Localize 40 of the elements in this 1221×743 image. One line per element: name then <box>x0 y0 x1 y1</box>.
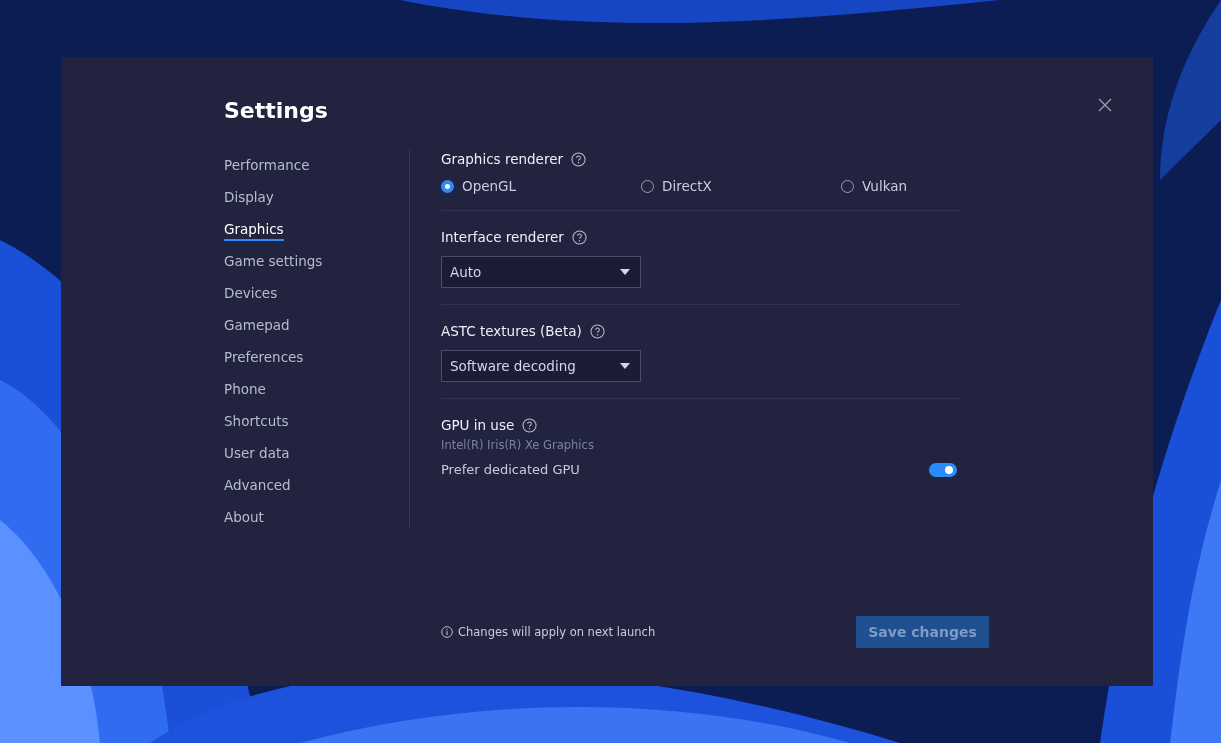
radio-option[interactable]: Vulkan <box>841 178 960 194</box>
note-text: Changes will apply on next launch <box>458 625 656 639</box>
caret-icon <box>620 363 630 369</box>
radio-option[interactable]: OpenGL <box>441 178 641 194</box>
section-label: Graphics renderer <box>441 150 563 169</box>
section-label: ASTC textures (Beta) <box>441 322 582 341</box>
dropdown[interactable]: Auto <box>441 256 641 288</box>
sidebar-item[interactable]: Shortcuts <box>224 411 289 433</box>
dropdown-value: Auto <box>450 264 482 280</box>
close-icon[interactable] <box>1097 97 1113 113</box>
sidebar-item[interactable]: Devices <box>224 283 278 305</box>
sidebar-item[interactable]: Performance <box>224 155 310 177</box>
dropdown-value: Software decoding <box>450 358 576 374</box>
toggle-label: Prefer dedicated GPU <box>441 462 580 477</box>
sidebar-item[interactable]: Display <box>224 187 274 209</box>
help-icon[interactable] <box>589 323 605 339</box>
sidebar-item[interactable]: User data <box>224 443 290 465</box>
toggle-switch[interactable] <box>929 462 957 477</box>
section-label: GPU in use <box>441 416 515 435</box>
radio-dot[interactable] <box>441 179 454 193</box>
dropdown[interactable]: Software decoding <box>441 350 641 382</box>
radio-label: DirectX <box>662 178 712 194</box>
sidebar-item[interactable]: Graphics <box>224 219 284 241</box>
radio-label: OpenGL <box>462 178 517 194</box>
help-icon[interactable] <box>522 417 538 433</box>
sidebar-item[interactable]: Gamepad <box>224 315 290 337</box>
sidebar-item[interactable]: Phone <box>224 379 266 401</box>
sidebar-item[interactable]: Advanced <box>224 475 291 497</box>
sidebar-item[interactable]: Game settings <box>224 251 323 273</box>
sidebar-item[interactable]: Preferences <box>224 347 304 369</box>
radio-label: Vulkan <box>862 178 908 194</box>
caret-icon <box>620 269 630 275</box>
gpu-name: Intel(R) Iris(R) Xe Graphics <box>441 438 595 452</box>
help-icon[interactable] <box>571 229 587 245</box>
info-icon <box>441 626 453 638</box>
window-title: Settings <box>224 97 328 125</box>
sidebar-item[interactable]: About <box>224 507 264 529</box>
help-icon[interactable] <box>571 151 586 167</box>
section-label: Interface renderer <box>441 228 564 247</box>
radio-option[interactable]: DirectX <box>641 178 841 194</box>
